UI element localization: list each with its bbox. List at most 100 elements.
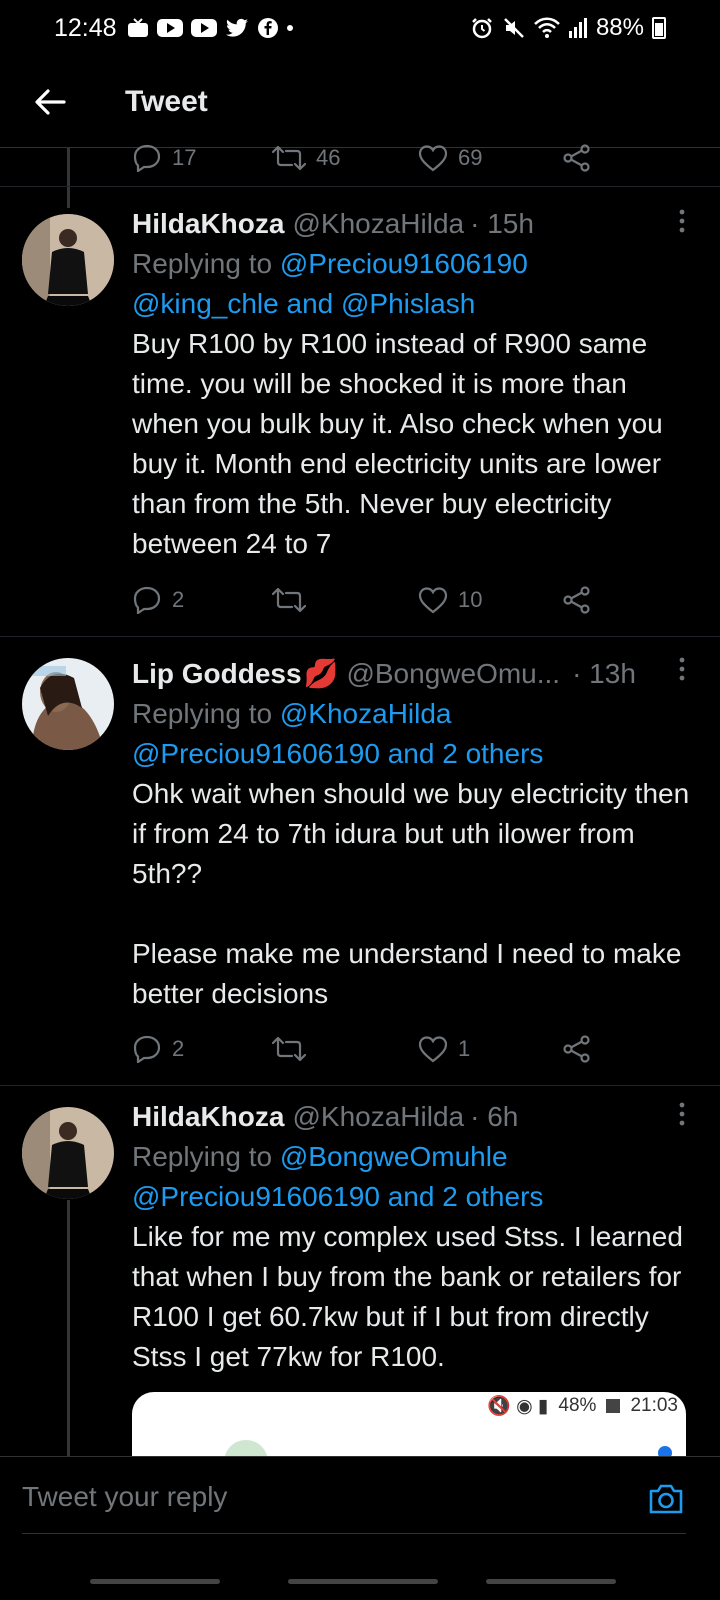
divider — [0, 1085, 720, 1086]
back-button[interactable] — [0, 56, 100, 148]
share-button[interactable] — [562, 1035, 592, 1063]
user-handle[interactable]: @KhozaHilda — [292, 1097, 464, 1137]
avatar[interactable] — [22, 214, 114, 306]
tweet-text: Buy R100 by R100 instead of R900 same ti… — [132, 328, 671, 559]
divider — [0, 636, 720, 637]
reply-icon — [133, 144, 161, 172]
nav-bar-segment — [288, 1579, 438, 1584]
display-name[interactable]: Lip Goddess — [132, 654, 302, 694]
like-button[interactable]: 69 — [418, 144, 482, 172]
mention-link[interactable]: @KhozaHilda — [280, 698, 452, 729]
mention-link[interactable]: @BongweOmuhle — [280, 1141, 508, 1172]
battery-icon — [652, 17, 666, 39]
share-button[interactable] — [562, 144, 592, 172]
mention-link[interactable]: @king_chle and @Phislash — [132, 284, 694, 324]
replying-to: Replying to @BongweOmuhle — [132, 1137, 694, 1177]
tweet-content: Lip Goddess 💋 @BongweOmu... · 13h Replyi… — [132, 654, 694, 1014]
avatar-image — [22, 1107, 114, 1199]
tweet-header: HildaKhoza @KhozaHilda · 6h — [132, 1097, 694, 1137]
reply-icon — [133, 1035, 161, 1063]
replying-to: Replying to @KhozaHilda — [132, 694, 694, 734]
reply-count: 17 — [172, 145, 197, 170]
twitter-icon — [225, 18, 248, 37]
alarm-icon — [472, 18, 492, 39]
retweet-button[interactable] — [272, 1036, 306, 1062]
page-title: Tweet — [125, 84, 208, 118]
mention-link[interactable]: @Preciou91606190 and 2 others — [132, 734, 694, 774]
thread-line — [67, 148, 70, 208]
embedded-icons: 🔇 ◉ ▮ — [487, 1396, 549, 1417]
avatar[interactable] — [22, 658, 114, 750]
lips-emoji: 💋 — [303, 658, 339, 689]
reply-button[interactable]: 17 — [132, 144, 196, 172]
notification-icons — [127, 17, 293, 39]
tweet-time: · 15h — [470, 208, 534, 239]
like-button[interactable]: 1 — [418, 1035, 470, 1063]
share-icon — [563, 1035, 590, 1063]
retweet-button[interactable] — [272, 587, 306, 613]
tweet-actions: 2 1 — [132, 1029, 602, 1069]
nav-bar-segment — [486, 1579, 616, 1584]
user-handle[interactable]: @KhozaHilda — [292, 204, 464, 244]
tweet-content: HildaKhoza @KhozaHilda · 6h Replying to … — [132, 1097, 694, 1377]
more-options-icon[interactable] — [678, 656, 686, 689]
reply-composer: Tweet your reply — [0, 1456, 720, 1600]
like-button[interactable]: 10 — [418, 586, 482, 614]
retweet-count: 46 — [316, 145, 341, 170]
divider — [0, 186, 720, 187]
replying-prefix: Replying to — [132, 248, 280, 279]
signal-icon — [568, 18, 587, 38]
retweet-icon — [272, 587, 306, 613]
reply-button[interactable]: 2 — [132, 586, 184, 614]
more-options-icon[interactable] — [678, 208, 686, 241]
heart-icon — [418, 1036, 448, 1063]
avatar[interactable] — [22, 1107, 114, 1199]
mention-link[interactable]: @Preciou91606190 and 2 others — [132, 1177, 694, 1217]
tweet-time: · 13h — [572, 658, 636, 689]
nav-bar-segment — [90, 1579, 220, 1584]
dot-icon — [286, 25, 293, 31]
wifi-icon — [534, 17, 560, 38]
tweet-media-image[interactable]: 🔇 ◉ ▮ 48% 21:03 — [132, 1392, 686, 1462]
like-count: 69 — [458, 145, 483, 170]
status-bar: 12:48 88% — [0, 0, 720, 56]
retweet-button[interactable]: 46 — [272, 145, 340, 171]
youtube-icon — [156, 19, 183, 37]
status-bar-left: 12:48 — [54, 14, 293, 43]
reply-tweet[interactable]: HildaKhoza @KhozaHilda · 15h Replying to… — [0, 204, 720, 644]
mute-icon — [504, 18, 524, 38]
user-handle[interactable]: @BongweOmu... — [346, 654, 560, 694]
more-options-icon[interactable] — [678, 1101, 686, 1134]
like-count: 1 — [458, 1036, 471, 1061]
display-name[interactable]: HildaKhoza — [132, 1097, 284, 1137]
reply-count: 2 — [172, 587, 185, 612]
replying-prefix: Replying to — [132, 1141, 280, 1172]
reply-button[interactable]: 2 — [132, 1035, 184, 1063]
camera-icon — [649, 1484, 683, 1514]
tweet-content: HildaKhoza @KhozaHilda · 15h Replying to… — [132, 204, 694, 564]
avatar-image — [22, 658, 114, 750]
display-name[interactable]: HildaKhoza — [132, 204, 284, 244]
replying-to: Replying to @Preciou91606190 — [132, 244, 694, 284]
youtube-icon — [190, 19, 217, 37]
camera-button[interactable] — [648, 1483, 684, 1520]
embedded-status-bar: 🔇 ◉ ▮ 48% 21:03 — [487, 1394, 678, 1418]
embedded-battery: 48% — [558, 1395, 597, 1416]
share-button[interactable] — [562, 586, 592, 614]
status-bar-right: 88% — [470, 14, 666, 42]
embedded-battery-icon — [606, 1399, 621, 1413]
share-icon — [563, 586, 590, 614]
battery-percent: 88% — [595, 14, 644, 41]
tweet-text: Like for me my complex used Stss. I lear… — [132, 1221, 691, 1372]
input-underline — [22, 1533, 686, 1534]
reply-input[interactable]: Tweet your reply — [22, 1481, 227, 1513]
back-arrow-icon — [35, 88, 66, 115]
tweet-time: · 6h — [470, 1101, 519, 1132]
mention-link[interactable]: @Preciou91606190 — [280, 248, 528, 279]
avatar-image — [22, 214, 114, 306]
reply-tweet[interactable]: Lip Goddess 💋 @BongweOmu... · 13h Replyi… — [0, 654, 720, 1074]
notification-icon — [127, 18, 148, 37]
heart-icon — [418, 145, 448, 172]
share-icon — [563, 144, 590, 172]
reply-count: 2 — [172, 1036, 185, 1061]
